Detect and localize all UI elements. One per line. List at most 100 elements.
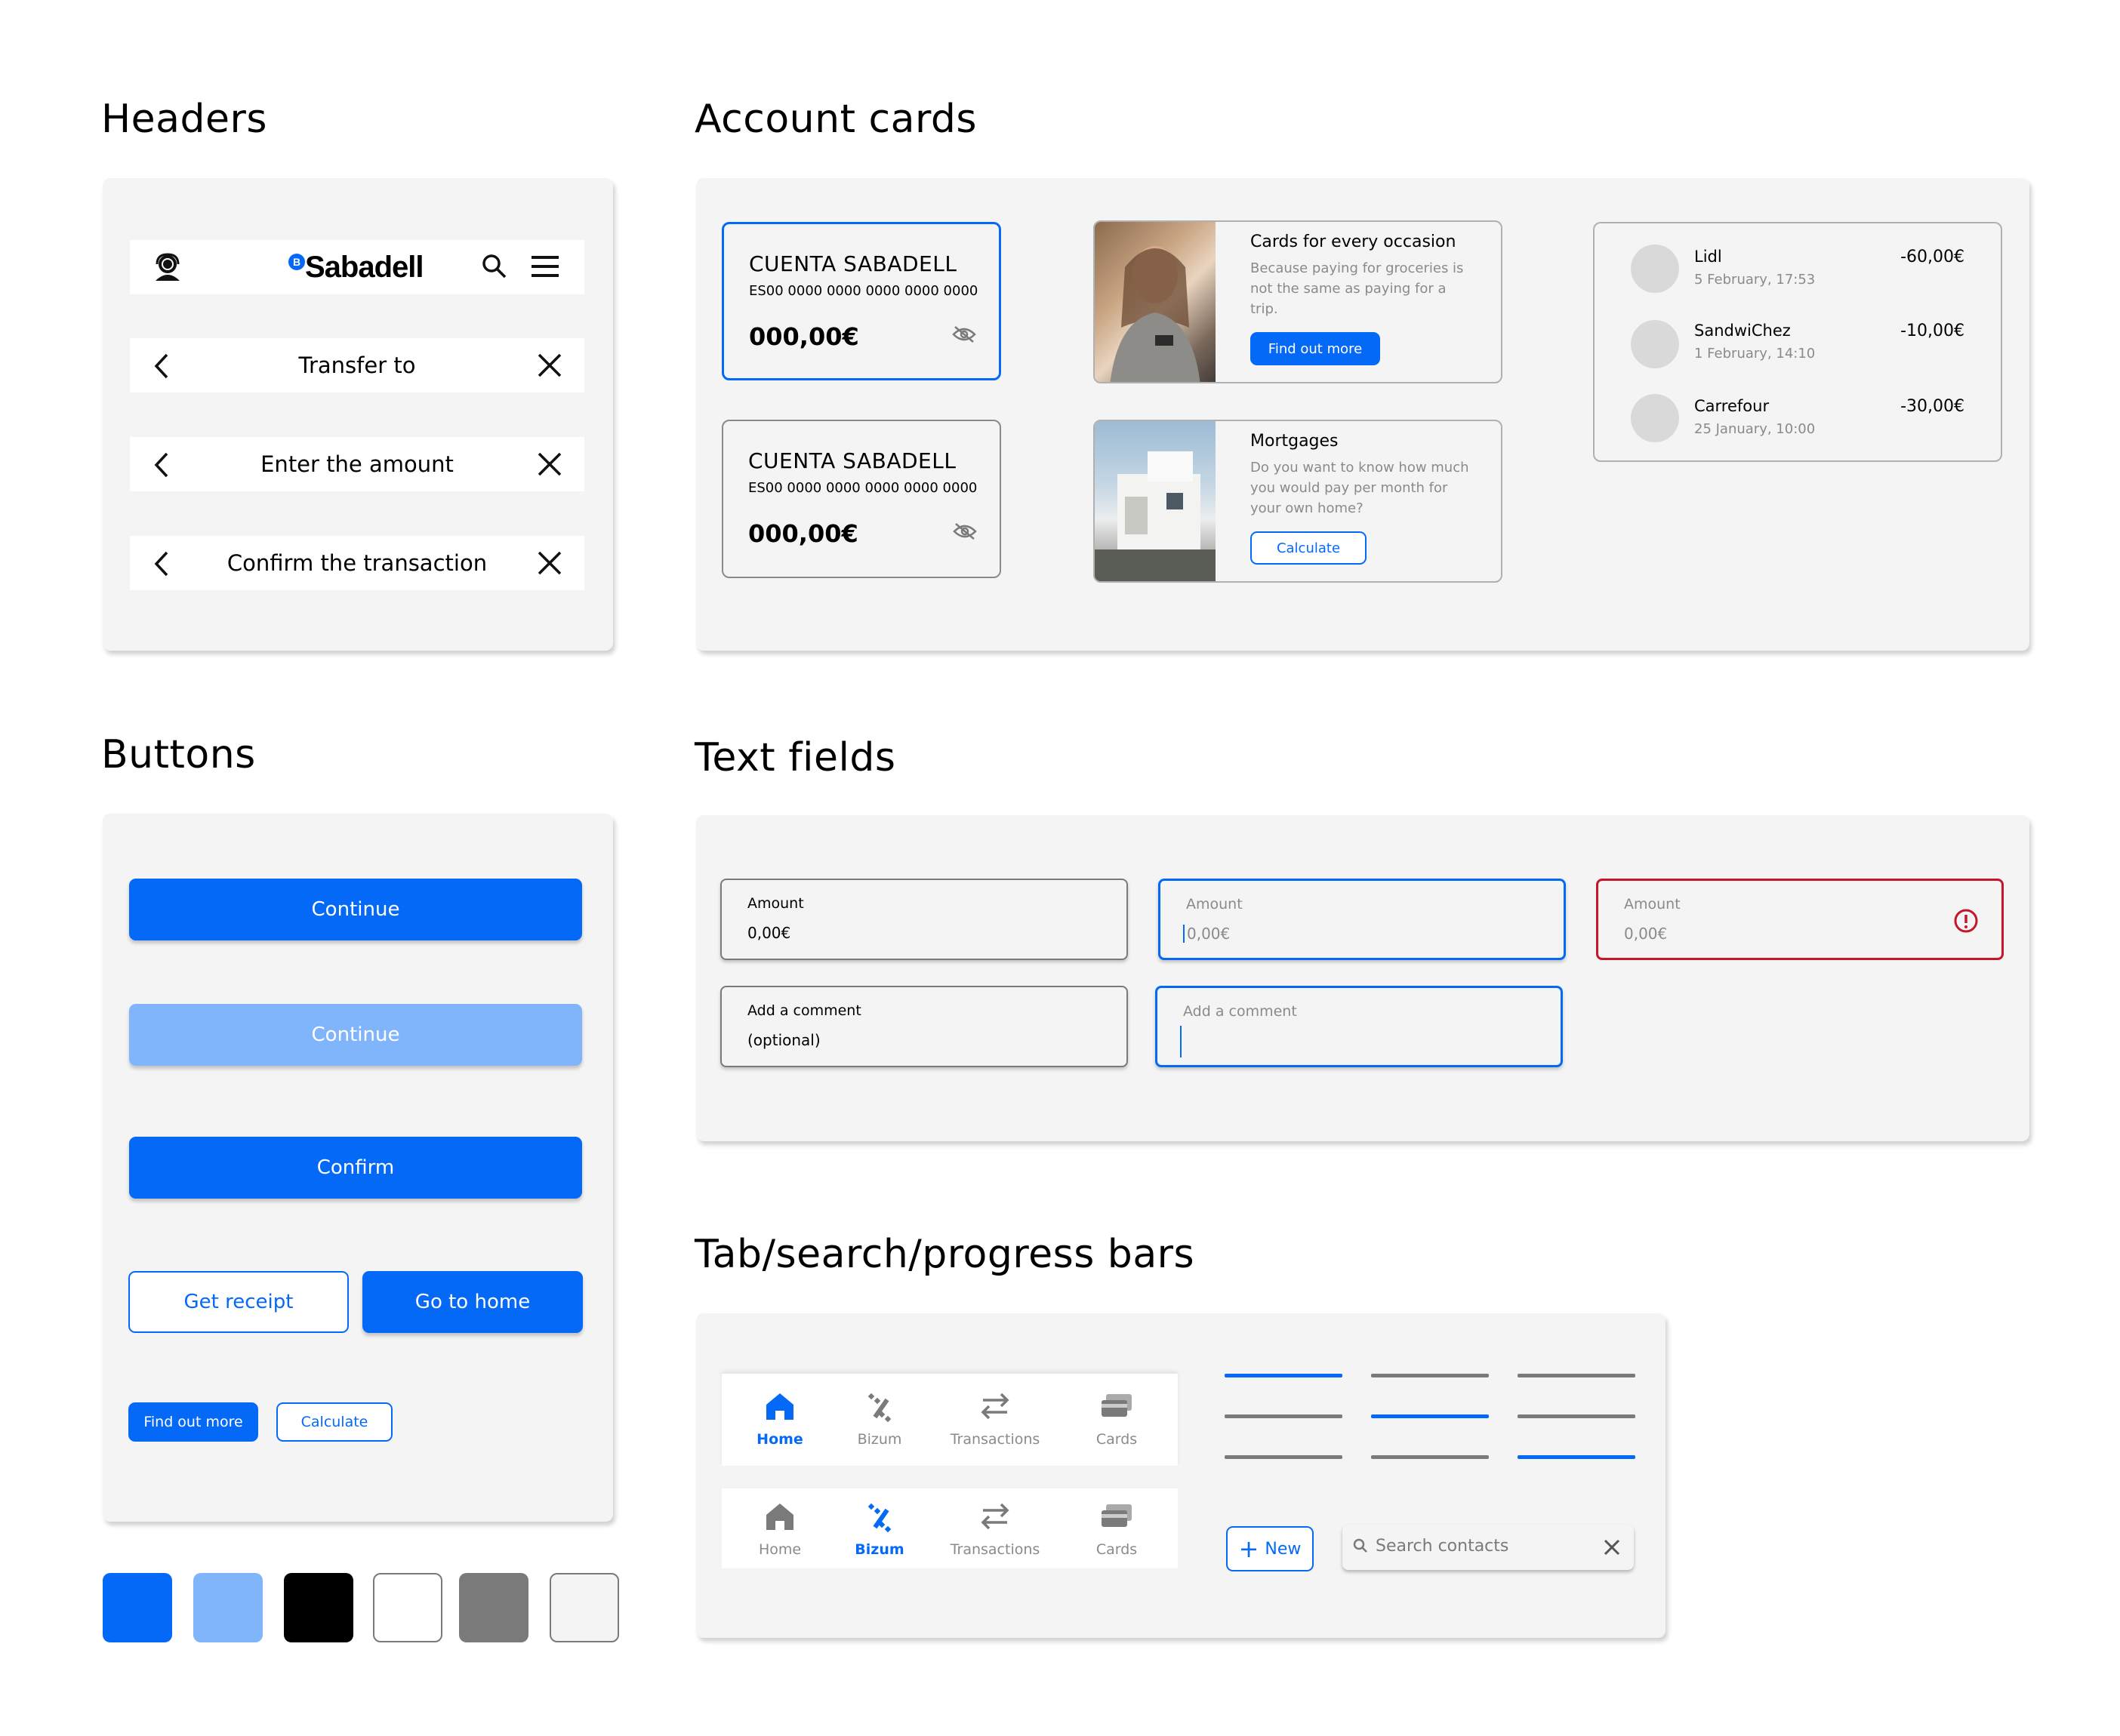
field-value: (optional)	[747, 1031, 821, 1049]
tabs-panel: Home Bizum Transactions Cards Home Bizum…	[696, 1313, 1665, 1638]
avatar	[1631, 245, 1679, 293]
home-icon	[765, 1387, 795, 1425]
bizum-icon	[864, 1497, 895, 1535]
error-icon	[1953, 908, 1979, 937]
section-title-account-cards: Account cards	[695, 97, 978, 142]
tab-cards[interactable]: Cards	[1084, 1374, 1149, 1466]
progress-segment	[1518, 1374, 1635, 1377]
tab-bizum[interactable]: Bizum	[847, 1488, 912, 1581]
tab-transactions[interactable]: Transactions	[942, 1488, 1048, 1581]
house-image	[1095, 421, 1216, 581]
account-card-selected[interactable]: CUENTA SABADELL ES00 0000 0000 0000 0000…	[722, 222, 1001, 380]
tab-label: Transactions	[950, 1431, 1040, 1448]
cards-icon	[1100, 1497, 1133, 1535]
tab-bar-home: Home Bizum Transactions Cards	[722, 1374, 1178, 1466]
calculate-button[interactable]: Calculate	[276, 1402, 393, 1442]
text-fields-panel: Amount 0,00€ Amount 0,00€ Amount 0,00€ A…	[696, 815, 2029, 1141]
close-icon[interactable]	[538, 353, 562, 381]
field-placeholder: 0,00€	[1624, 925, 1668, 943]
find-out-more-button[interactable]: Find out more	[128, 1402, 258, 1442]
tab-bizum[interactable]: Bizum	[847, 1374, 912, 1466]
account-name: CUENTA SABADELL	[748, 448, 957, 473]
back-arrow-icon[interactable]	[154, 353, 169, 383]
promo-title: Cards for every occasion	[1250, 232, 1456, 251]
swatch-light-grey	[550, 1573, 619, 1642]
section-title-buttons: Buttons	[101, 732, 256, 777]
progress-segment	[1518, 1414, 1635, 1418]
swatch-black	[284, 1573, 353, 1642]
field-placeholder: 0,00€	[1183, 925, 1230, 943]
close-icon[interactable]	[538, 452, 562, 480]
clear-icon[interactable]	[1604, 1539, 1620, 1559]
amount-field-error[interactable]: Amount 0,00€	[1596, 879, 2004, 960]
promo-card-cards: Cards for every occasion Because paying …	[1093, 220, 1502, 383]
find-out-more-button[interactable]: Find out more	[1250, 332, 1380, 365]
amount-field-focused[interactable]: Amount 0,00€	[1158, 879, 1566, 960]
transaction-amount: -60,00€	[1900, 248, 1964, 266]
avatar	[1631, 394, 1679, 442]
search-placeholder: Search contacts	[1376, 1537, 1509, 1556]
transaction-date: 1 February, 14:10	[1694, 346, 1816, 362]
swatch-grey	[459, 1573, 528, 1642]
progress-segment	[1518, 1455, 1635, 1459]
account-iban: ES00 0000 0000 0000 0000 0000	[748, 480, 978, 496]
buttons-panel: Continue Continue Confirm Get receipt Go…	[103, 814, 613, 1522]
tab-label: Home	[758, 1541, 802, 1558]
merchant-name: Lidl	[1694, 248, 1722, 266]
confirm-button[interactable]: Confirm	[129, 1137, 582, 1199]
bizum-icon	[864, 1387, 895, 1425]
calculate-button[interactable]: Calculate	[1250, 531, 1367, 565]
progress-segment	[1225, 1455, 1342, 1459]
field-label: Amount	[1624, 896, 1681, 913]
close-icon[interactable]	[538, 551, 562, 579]
transaction-date: 5 February, 17:53	[1694, 272, 1816, 288]
transfer-arrows-icon	[980, 1387, 1010, 1425]
search-contacts-field[interactable]: Search contacts	[1342, 1525, 1634, 1570]
go-to-home-button[interactable]: Go to home	[362, 1271, 583, 1333]
tab-cards[interactable]: Cards	[1084, 1488, 1149, 1581]
field-label: Amount	[747, 895, 804, 912]
progress-segment	[1225, 1414, 1342, 1418]
progress-segment	[1225, 1374, 1342, 1377]
continue-button[interactable]: Continue	[129, 879, 582, 940]
account-name: CUENTA SABADELL	[749, 251, 957, 276]
support-agent-icon[interactable]	[153, 252, 183, 286]
promo-description: Do you want to know how much you would p…	[1250, 460, 1469, 516]
tab-transactions[interactable]: Transactions	[942, 1374, 1048, 1466]
eye-off-icon[interactable]	[953, 522, 977, 544]
new-button-label: New	[1265, 1539, 1302, 1559]
search-icon[interactable]	[482, 254, 507, 283]
header-title: Enter the amount	[260, 451, 454, 477]
eye-off-icon[interactable]	[952, 325, 976, 347]
transaction-date: 25 January, 10:00	[1694, 421, 1816, 437]
swatch-white	[373, 1573, 442, 1642]
woman-with-phone-image	[1095, 222, 1216, 382]
account-balance: 000,00€	[749, 322, 859, 351]
progress-segment	[1371, 1414, 1489, 1418]
progress-segment	[1371, 1455, 1489, 1459]
header-transfer-to: Transfer to	[130, 338, 584, 392]
tab-home[interactable]: Home	[747, 1374, 812, 1466]
comment-field-filled[interactable]: Add a comment (optional)	[720, 986, 1128, 1067]
comment-field-focused[interactable]: Add a comment	[1155, 986, 1563, 1067]
progress-segment	[1371, 1374, 1489, 1377]
back-arrow-icon[interactable]	[154, 551, 169, 580]
tab-label: Bizum	[857, 1431, 902, 1448]
get-receipt-button[interactable]: Get receipt	[128, 1271, 349, 1333]
tab-home[interactable]: Home	[747, 1488, 812, 1581]
merchant-name: SandwiChez	[1694, 322, 1791, 340]
amount-field-filled[interactable]: Amount 0,00€	[720, 879, 1128, 960]
logo-text: Sabadell	[305, 251, 424, 284]
header-title: Confirm the transaction	[226, 550, 488, 576]
new-button[interactable]: + New	[1226, 1526, 1314, 1571]
promo-card-mortgages: Mortgages Do you want to know how much y…	[1093, 420, 1502, 583]
menu-icon[interactable]	[532, 255, 559, 282]
back-arrow-icon[interactable]	[154, 452, 169, 482]
account-card[interactable]: CUENTA SABADELL ES00 0000 0000 0000 0000…	[722, 420, 1001, 578]
account-cards-panel: CUENTA SABADELL ES00 0000 0000 0000 0000…	[696, 178, 2029, 651]
account-iban: ES00 0000 0000 0000 0000 0000	[749, 283, 978, 299]
field-label: Amount	[1186, 896, 1243, 913]
transaction-amount: -30,00€	[1900, 397, 1964, 416]
transaction-amount: -10,00€	[1900, 322, 1964, 340]
tab-label: Cards	[1095, 1541, 1138, 1558]
